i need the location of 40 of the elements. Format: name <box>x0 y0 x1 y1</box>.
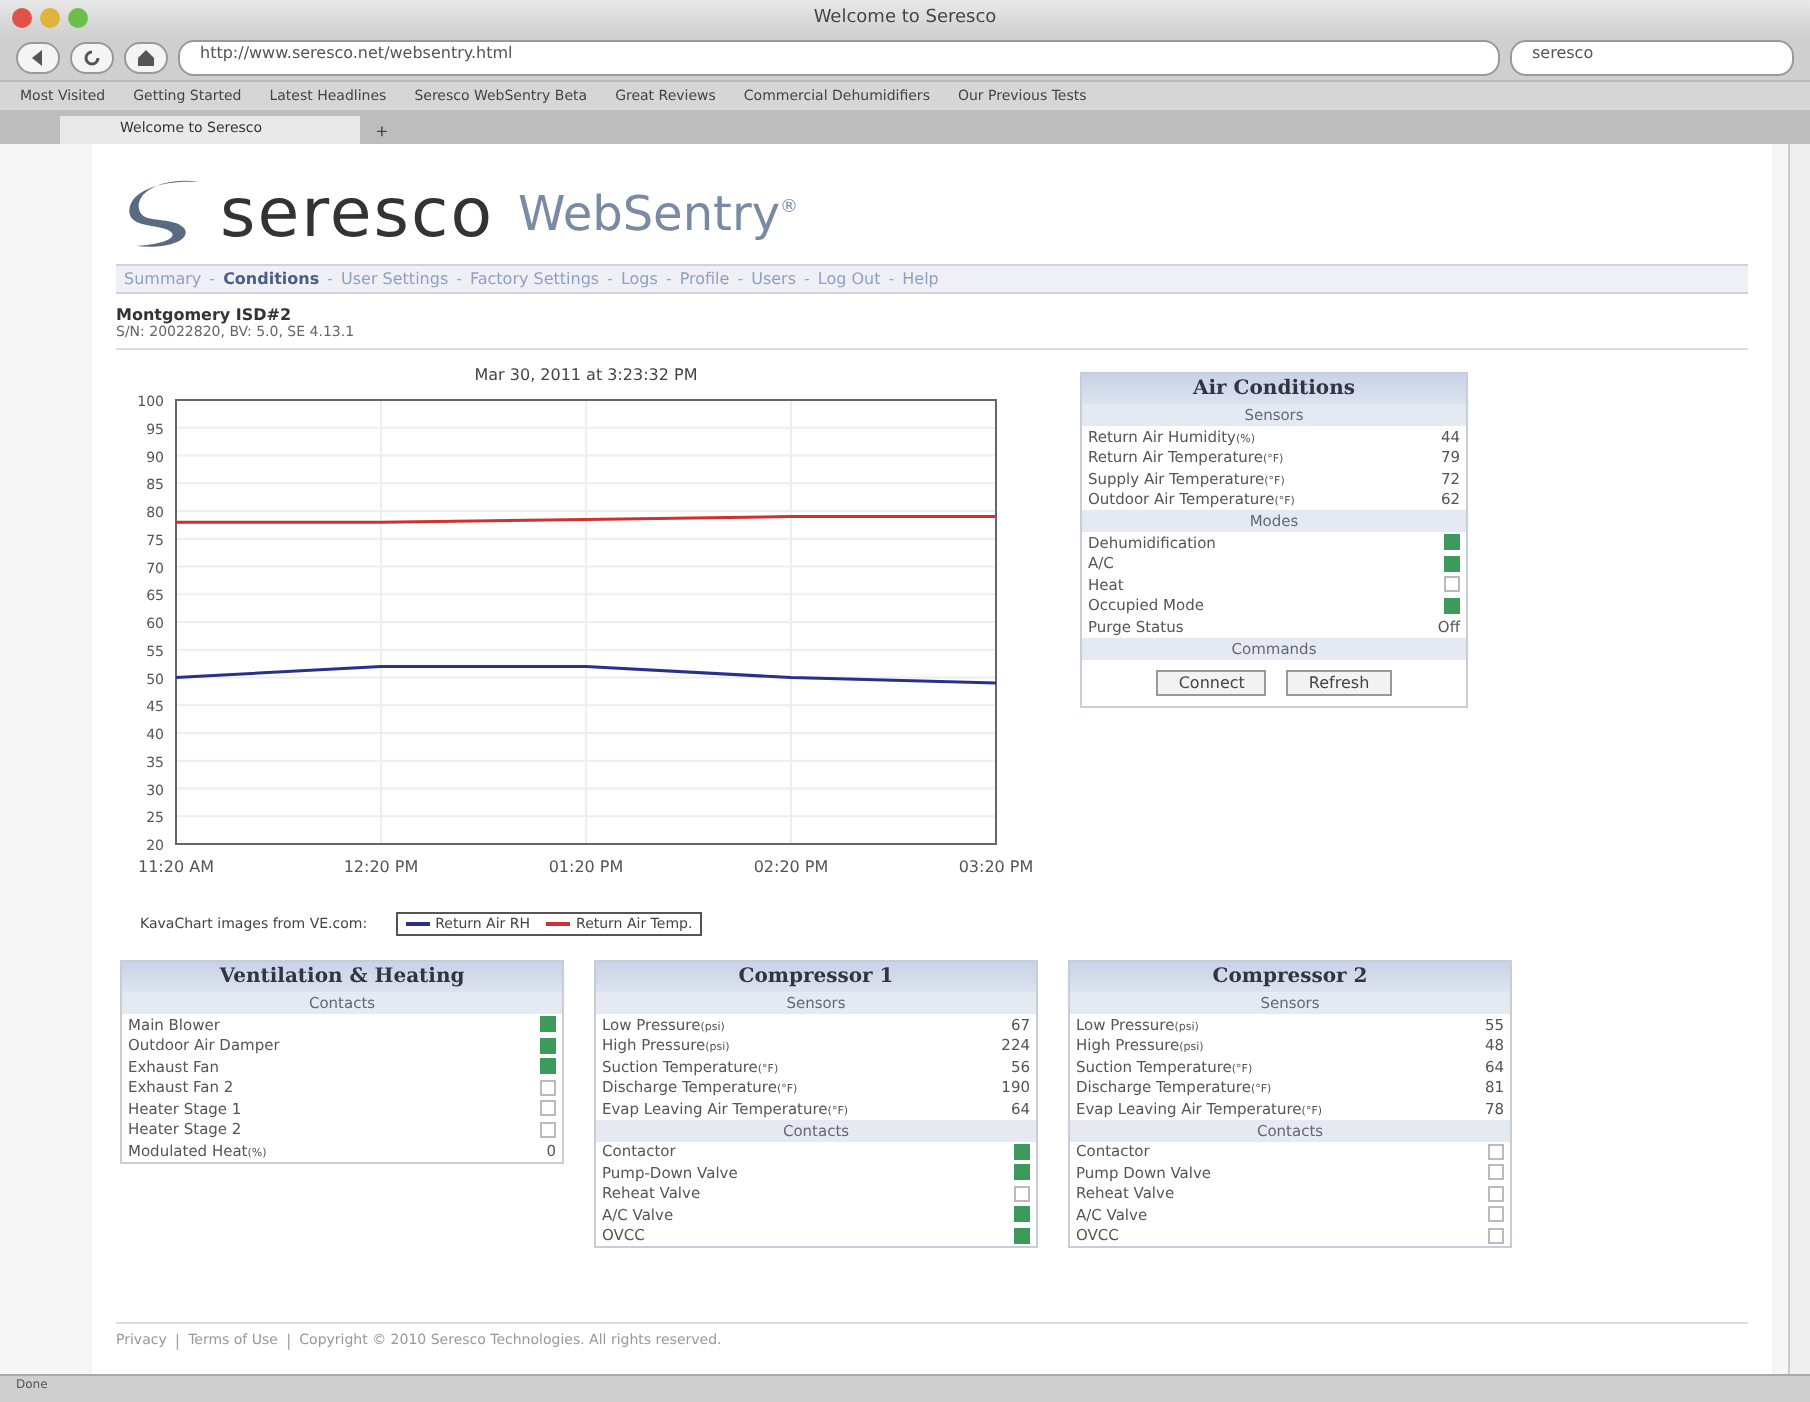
x-tick-label: 11:20 AM <box>138 858 214 876</box>
footer-separator: | <box>174 1332 181 1350</box>
chart-title: Mar 30, 2011 at 3:23:32 PM <box>472 366 700 384</box>
new-tab-button[interactable]: + <box>368 122 396 144</box>
x-tick-label: 02:20 PM <box>753 858 829 876</box>
reload-icon <box>82 48 102 68</box>
minimize-button[interactable] <box>40 8 60 28</box>
panel-title: Air Conditions <box>1082 374 1466 404</box>
panel-title: Compressor 2 <box>1070 962 1510 992</box>
home-button[interactable] <box>124 42 168 74</box>
reload-button[interactable] <box>70 42 114 74</box>
x-tick-label: 03:20 PM <box>958 858 1034 876</box>
address-field[interactable]: http://www.seresco.net/websentry.html <box>178 40 1500 76</box>
nav-separator: - <box>804 270 810 288</box>
unit-name: Montgomery ISD#2 <box>116 306 294 324</box>
search-field[interactable]: seresco <box>1510 40 1794 76</box>
nav-separator: - <box>607 270 613 288</box>
back-icon <box>28 48 48 68</box>
nav-separator: - <box>327 270 334 288</box>
command-button[interactable]: Refresh <box>1286 669 1392 695</box>
nav-separator: - <box>665 270 672 288</box>
close-button[interactable] <box>12 8 32 28</box>
panel-title: Compressor 1 <box>596 962 1036 992</box>
x-tick-label: 01:20 PM <box>548 858 624 876</box>
zoom-button[interactable] <box>68 8 88 28</box>
product-name: WebSentry$^{®}$ <box>518 186 799 242</box>
brand-name: seresco <box>220 180 494 248</box>
footer-separator: | <box>285 1332 292 1350</box>
back-button[interactable] <box>16 42 60 74</box>
nav-separator: - <box>209 270 216 288</box>
window-title: Welcome to Seresco <box>813 8 997 28</box>
home-icon <box>136 48 156 68</box>
nav-separator: - <box>456 270 462 288</box>
nav-separator: - <box>737 270 744 288</box>
command-button[interactable]: Connect <box>1156 669 1267 695</box>
panel-title: Ventilation & Heating <box>122 962 562 992</box>
scrollbar[interactable] <box>1788 144 1810 1374</box>
x-tick-label: 12:20 PM <box>343 858 419 876</box>
nav-separator: - <box>888 270 895 288</box>
nav-link[interactable]: Conditions <box>223 270 320 288</box>
